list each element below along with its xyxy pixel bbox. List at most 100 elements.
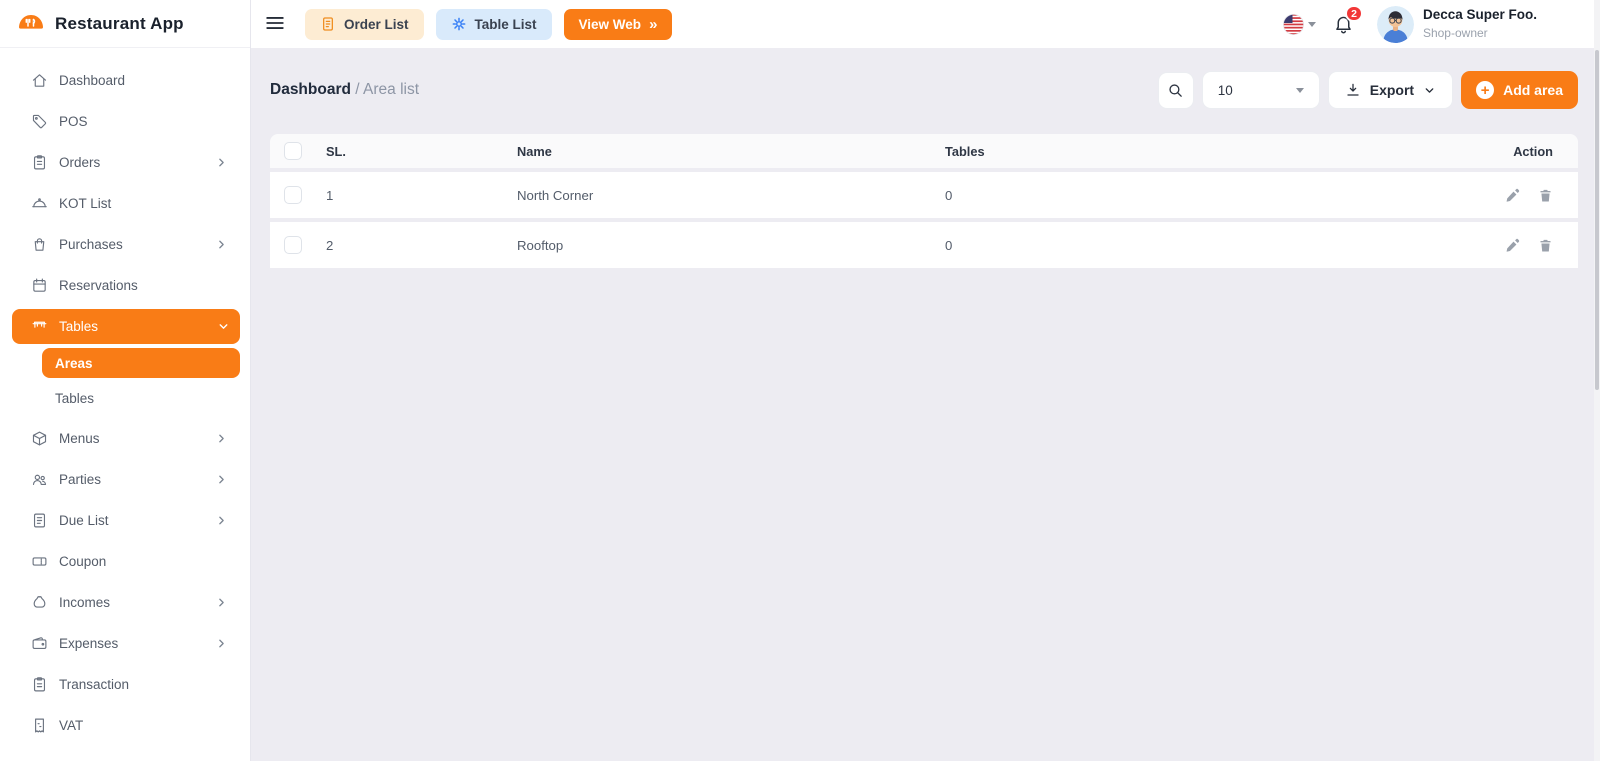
page-size-select[interactable]: 10	[1202, 71, 1320, 109]
package-icon	[31, 430, 48, 447]
sidebar-item-tables[interactable]: Tables	[12, 309, 240, 344]
table-list-label: Table List	[475, 17, 537, 32]
cell-name: Rooftop	[517, 238, 945, 253]
areas-table: SL. Name Tables Action 1 North Corner 0	[270, 134, 1578, 268]
export-button[interactable]: Export	[1328, 71, 1453, 109]
chevron-right-icon	[215, 473, 228, 486]
search-button[interactable]	[1158, 72, 1194, 109]
table-row: 2 Rooftop 0	[270, 222, 1578, 268]
ticket-icon	[31, 553, 48, 570]
delete-button[interactable]	[1538, 188, 1553, 203]
hamburger-menu-icon[interactable]	[264, 12, 288, 36]
view-web-button[interactable]: View Web »	[564, 9, 673, 40]
delete-button[interactable]	[1538, 238, 1553, 253]
sidebar-item-parties[interactable]: Parties	[0, 459, 250, 500]
sidebar-item-label: Expenses	[59, 636, 118, 651]
breadcrumb-current: Area list	[363, 81, 419, 98]
tag-icon	[31, 113, 48, 130]
table-controls: 10 Export + Add area	[1158, 71, 1578, 109]
table-list-button[interactable]: Table List	[436, 9, 552, 40]
scrollbar-thumb[interactable]	[1595, 50, 1599, 390]
add-area-label: Add area	[1503, 82, 1563, 98]
page-content: Dashboard / Area list 10	[251, 48, 1600, 761]
sidebar-item-kot-list[interactable]: KOT List	[0, 183, 250, 224]
sidebar-item-menus[interactable]: Menus	[0, 418, 250, 459]
sidebar-item-dashboard[interactable]: Dashboard	[0, 60, 250, 101]
receipt-percent-icon	[31, 717, 48, 734]
shopping-bag-icon	[31, 236, 48, 253]
order-document-icon	[320, 16, 336, 32]
sidebar-item-label: Parties	[59, 472, 101, 487]
chevron-down-icon	[1308, 22, 1316, 27]
user-role: Shop-owner	[1423, 26, 1537, 40]
double-chevron-right-icon: »	[649, 17, 657, 32]
sidebar-item-vat[interactable]: VAT	[0, 705, 250, 746]
sidebar-subitem-areas[interactable]: Areas	[42, 348, 240, 378]
app-logo[interactable]: Restaurant App	[0, 0, 250, 48]
sidebar-item-due-list[interactable]: Due List	[0, 500, 250, 541]
sidebar-item-expenses[interactable]: Expenses	[0, 623, 250, 664]
sidebar-item-label: Transaction	[59, 677, 129, 692]
select-all-checkbox[interactable]	[284, 142, 302, 160]
breadcrumb: Dashboard / Area list	[270, 81, 419, 99]
clipboard-list-icon	[31, 676, 48, 693]
sidebar-item-reservations[interactable]: Reservations	[0, 265, 250, 306]
sidebar-item-coupon[interactable]: Coupon	[0, 541, 250, 582]
cell-name: North Corner	[517, 188, 945, 203]
sidebar-item-orders[interactable]: Orders	[0, 142, 250, 183]
row-checkbox[interactable]	[284, 236, 302, 254]
edit-button[interactable]	[1505, 238, 1520, 253]
add-area-button[interactable]: + Add area	[1461, 71, 1578, 109]
sidebar-item-incomes[interactable]: Incomes	[0, 582, 250, 623]
sidebar-item-purchases[interactable]: Purchases	[0, 224, 250, 265]
money-bag-icon	[31, 594, 48, 611]
table-icon	[31, 318, 48, 335]
topbar: Order List Table List View Web »	[251, 0, 1600, 48]
sidebar-item-label: Menus	[59, 431, 100, 446]
sidebar-item-label: VAT	[59, 718, 83, 733]
chevron-down-icon	[1423, 84, 1436, 97]
user-meta[interactable]: Decca Super Foo. Shop-owner	[1423, 7, 1537, 41]
sidebar-item-label: Incomes	[59, 595, 110, 610]
app-title: Restaurant App	[55, 14, 184, 34]
chevron-down-icon	[1296, 88, 1304, 93]
language-selector[interactable]	[1283, 14, 1316, 35]
row-checkbox[interactable]	[284, 186, 302, 204]
column-header-name: Name	[517, 144, 945, 159]
sidebar-item-pos[interactable]: POS	[0, 101, 250, 142]
breadcrumb-separator: /	[355, 81, 359, 98]
edit-button[interactable]	[1505, 188, 1520, 203]
export-label: Export	[1370, 82, 1414, 98]
chevron-right-icon	[215, 637, 228, 650]
order-list-label: Order List	[344, 17, 409, 32]
cell-tables: 0	[945, 188, 1438, 203]
sub-item-label: Areas	[55, 356, 93, 371]
sidebar-subitem-tables[interactable]: Tables	[42, 383, 240, 413]
cloche-icon	[31, 195, 48, 212]
due-receipt-icon	[31, 512, 48, 529]
user-avatar[interactable]	[1377, 6, 1414, 43]
sidebar-item-transaction[interactable]: Transaction	[0, 664, 250, 705]
chevron-right-icon	[215, 514, 228, 527]
chevron-right-icon	[215, 238, 228, 251]
plus-circle-icon: +	[1476, 81, 1494, 99]
sidebar-item-label: Tables	[59, 319, 98, 334]
breadcrumb-root[interactable]: Dashboard	[270, 81, 351, 98]
chevron-right-icon	[215, 596, 228, 609]
column-header-tables: Tables	[945, 144, 1438, 159]
notifications-button[interactable]: 2	[1333, 13, 1354, 35]
user-name: Decca Super Foo.	[1423, 7, 1537, 23]
calendar-icon	[31, 277, 48, 294]
view-web-label: View Web	[579, 17, 642, 32]
order-list-button[interactable]: Order List	[305, 9, 424, 40]
sidebar-item-label: KOT List	[59, 196, 111, 211]
chevron-down-icon	[217, 320, 230, 333]
cell-sl: 2	[326, 238, 517, 253]
users-icon	[31, 471, 48, 488]
sidebar-item-label: Orders	[59, 155, 100, 170]
sidebar-nav: Dashboard POS Orders	[0, 48, 250, 746]
search-icon	[1167, 82, 1184, 99]
sidebar-item-label: Due List	[59, 513, 109, 528]
main-area: Order List Table List View Web »	[251, 0, 1600, 761]
column-header-action: Action	[1438, 144, 1578, 159]
